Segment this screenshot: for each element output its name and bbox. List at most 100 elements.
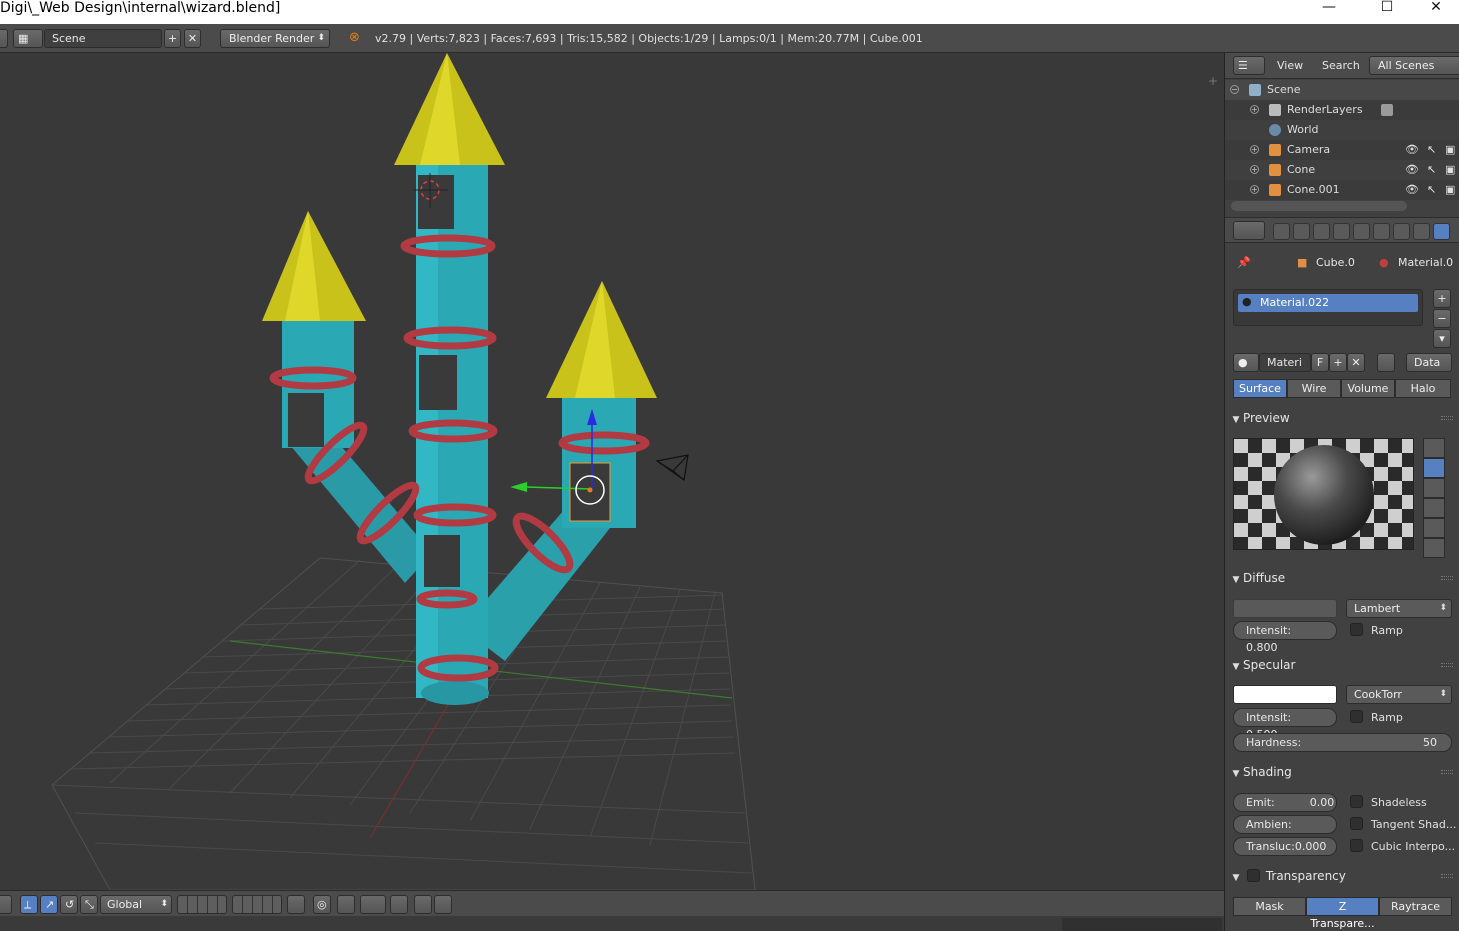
rotate-toggle[interactable]: ↺ — [60, 895, 78, 914]
outliner-filter-dropdown[interactable]: All Scenes — [1369, 56, 1459, 75]
orientation-dropdown[interactable]: Global ⬍ — [100, 895, 172, 914]
object-tab-icon[interactable] — [1353, 223, 1370, 240]
unlink-material-button[interactable]: ✕ — [1347, 353, 1365, 372]
specular-color-swatch[interactable] — [1233, 685, 1337, 704]
scale-toggle[interactable]: ⤡ — [80, 895, 98, 914]
render-layers-tab-icon[interactable] — [1293, 223, 1310, 240]
outliner-row-camera[interactable]: + Camera 👁 ↖ ▣ — [1225, 140, 1459, 160]
copy-material-button[interactable] — [1377, 353, 1395, 372]
diffuse-intensity-field[interactable]: Intensit: 0.800 — [1233, 621, 1337, 654]
hardness-slider[interactable]: Hardness: 50 — [1233, 733, 1452, 752]
scene-name-field[interactable]: Scene — [44, 29, 162, 48]
specular-ramp-checkbox[interactable] — [1350, 710, 1363, 723]
preview-monkey-icon[interactable] — [1423, 498, 1445, 518]
tab-halo[interactable]: Halo — [1395, 379, 1451, 398]
expand-icon[interactable]: + — [1250, 105, 1259, 114]
diffuse-panel-header[interactable]: ▼ Diffuse — [1229, 567, 1455, 589]
shading-panel-header[interactable]: ▼ Shading — [1229, 761, 1455, 783]
shadeless-checkbox[interactable] — [1350, 795, 1363, 808]
layer-lock-button[interactable] — [287, 895, 305, 914]
cursor-select-icon[interactable]: ↖ — [1427, 180, 1436, 200]
expand-icon[interactable]: + — [1250, 145, 1259, 154]
collapse-icon[interactable]: − — [1230, 85, 1239, 94]
drag-grip-icon[interactable] — [1441, 770, 1453, 774]
tab-surface[interactable]: Surface — [1233, 379, 1287, 398]
drag-grip-icon[interactable] — [1441, 416, 1453, 420]
specular-panel-header[interactable]: ▼ Specular — [1229, 654, 1455, 676]
constraints-tab-icon[interactable] — [1373, 223, 1390, 240]
outliner-search-menu[interactable]: Search — [1322, 59, 1360, 72]
close-button[interactable]: ✕ — [1413, 0, 1459, 16]
diffuse-color-swatch[interactable] — [1233, 599, 1337, 618]
cubic-interp-checkbox[interactable] — [1350, 839, 1363, 852]
render-button[interactable] — [414, 895, 432, 914]
transparency-raytrace[interactable]: Raytrace — [1379, 897, 1452, 916]
preview-sky-icon[interactable] — [1423, 538, 1445, 558]
fake-user-button[interactable]: F — [1311, 353, 1329, 372]
drag-grip-icon[interactable] — [1441, 874, 1453, 878]
eye-icon[interactable]: 👁 — [1405, 180, 1419, 200]
add-slot-button[interactable]: + — [1433, 289, 1451, 308]
preview-cube-icon[interactable] — [1423, 478, 1445, 498]
render-icon[interactable]: ▣ — [1445, 180, 1455, 200]
tab-wire[interactable]: Wire — [1287, 379, 1341, 398]
specular-shader-dropdown[interactable]: CookTorr ⬍ — [1346, 685, 1452, 704]
properties-editor-type[interactable] — [1233, 221, 1265, 240]
link-dropdown[interactable]: Data — [1406, 353, 1452, 372]
translate-toggle[interactable]: ↗ — [40, 895, 58, 914]
maximize-button[interactable]: ☐ — [1364, 0, 1410, 16]
snap-target-button[interactable] — [390, 895, 408, 914]
material-name-field[interactable]: Materi — [1259, 353, 1311, 372]
expand-icon[interactable]: + — [1250, 185, 1259, 194]
outliner-row-scene[interactable]: − Scene — [1225, 80, 1459, 100]
outliner-scrollbar[interactable] — [1231, 201, 1407, 211]
render-anim-button[interactable] — [434, 895, 452, 914]
scrollbar-thumb[interactable] — [1062, 918, 1222, 931]
remove-slot-button[interactable]: − — [1433, 309, 1451, 328]
render-icon[interactable]: ▣ — [1445, 160, 1455, 180]
diffuse-ramp-checkbox[interactable] — [1350, 623, 1363, 636]
manipulator-toggle[interactable]: ⟂ — [20, 895, 38, 914]
add-scene-button[interactable]: + — [164, 29, 181, 48]
drag-grip-icon[interactable] — [1441, 663, 1453, 667]
material-slots-list[interactable]: ● Material.022 — [1233, 289, 1423, 326]
transparency-panel-header[interactable]: ▼ Transparency — [1229, 865, 1455, 887]
translucency-field[interactable]: Transluc:0.000 — [1233, 837, 1337, 856]
snap-element-dropdown[interactable] — [360, 895, 386, 914]
slot-menu-button[interactable]: ▾ — [1433, 329, 1451, 348]
pin-icon[interactable]: 📌 — [1237, 256, 1251, 269]
render-engine-dropdown[interactable]: Blender Render ⬍ — [220, 29, 330, 48]
material-slot-row[interactable]: ● Material.022 — [1238, 294, 1418, 312]
transparency-mask[interactable]: Mask — [1233, 897, 1306, 916]
tangent-shading-checkbox[interactable] — [1350, 817, 1363, 830]
outliner-view-menu[interactable]: View — [1277, 59, 1303, 72]
specular-intensity-field[interactable]: Intensit: 0.500 — [1233, 708, 1337, 741]
outliner-row-cone[interactable]: + Cone 👁 ↖ ▣ — [1225, 160, 1459, 180]
preview-sphere-icon[interactable] — [1423, 458, 1445, 478]
preview-hair-icon[interactable] — [1423, 518, 1445, 538]
outliner-row-renderlayers[interactable]: + RenderLayers — [1225, 100, 1459, 120]
world-tab-icon[interactable] — [1333, 223, 1350, 240]
cursor-select-icon[interactable]: ↖ — [1427, 140, 1436, 160]
render-icon[interactable]: ▣ — [1445, 140, 1455, 160]
preview-flat-icon[interactable] — [1423, 438, 1445, 458]
layer-buttons-1[interactable] — [177, 895, 227, 914]
outliner-row-world[interactable]: World — [1225, 120, 1459, 140]
minimize-button[interactable]: — — [1306, 0, 1352, 16]
pivot-button[interactable]: ◎ — [313, 895, 331, 914]
material-tab-icon[interactable] — [1433, 223, 1450, 240]
scene-tab-icon[interactable] — [1313, 223, 1330, 240]
modifiers-tab-icon[interactable] — [1393, 223, 1410, 240]
diffuse-shader-dropdown[interactable]: Lambert ⬍ — [1346, 599, 1452, 618]
editor-type-button[interactable] — [0, 29, 8, 48]
ambient-field[interactable]: Ambien: 1.000 — [1233, 815, 1337, 848]
emit-field[interactable]: Emit: 0.00 — [1233, 793, 1337, 812]
outliner-editor-type[interactable]: ☰ — [1233, 56, 1265, 75]
3d-viewport[interactable]: + — [0, 53, 1224, 890]
drag-grip-icon[interactable] — [1441, 576, 1453, 580]
proportional-edit-button[interactable] — [337, 895, 355, 914]
cursor-select-icon[interactable]: ↖ — [1427, 160, 1436, 180]
transparency-ztransparency[interactable]: Z Transpare... — [1306, 897, 1379, 930]
outliner-row-cone001[interactable]: + Cone.001 👁 ↖ ▣ — [1225, 180, 1459, 200]
tab-volume[interactable]: Volume — [1341, 379, 1395, 398]
